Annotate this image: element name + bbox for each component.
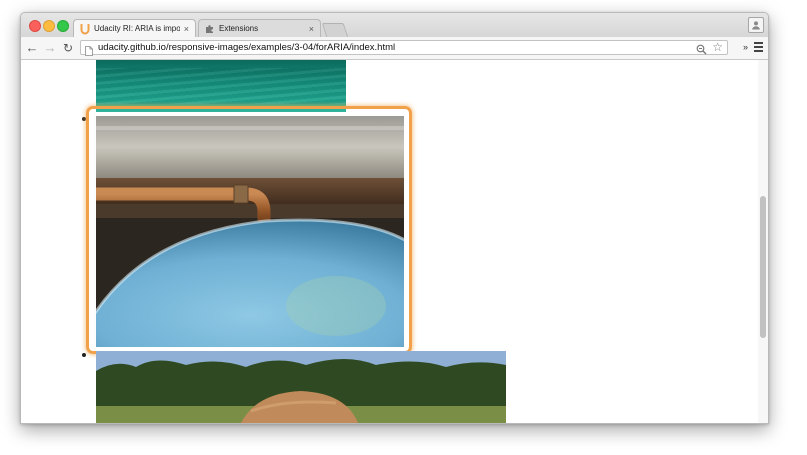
- focus-ring: [86, 106, 412, 354]
- back-button[interactable]: ←: [24, 40, 40, 56]
- page-icon: [85, 43, 93, 56]
- url-text: udacity.github.io/responsive-images/exam…: [98, 42, 396, 53]
- tab-title: Udacity RI: ARIA is importa: [94, 24, 180, 33]
- zoom-icon[interactable]: [696, 42, 707, 55]
- profile-icon[interactable]: [748, 17, 764, 33]
- puzzle-piece-icon: [205, 23, 215, 35]
- address-bar[interactable]: udacity.github.io/responsive-images/exam…: [80, 40, 728, 56]
- tab-udacity-aria[interactable]: Udacity RI: ARIA is importa ×: [73, 19, 196, 37]
- browser-window: Udacity RI: ARIA is importa × Extensions…: [20, 12, 769, 424]
- tab-close-icon[interactable]: ×: [184, 24, 189, 34]
- tab-extensions[interactable]: Extensions ×: [198, 19, 321, 37]
- browser-toolbar: ← → ↻ udacity.github.io/responsive-image…: [21, 37, 768, 60]
- new-tab-button[interactable]: [321, 23, 349, 37]
- field-rock-photo: [96, 351, 506, 423]
- close-window-button[interactable]: [29, 20, 41, 32]
- extensions-overflow-icon[interactable]: »: [743, 42, 748, 52]
- forward-button[interactable]: →: [42, 40, 58, 56]
- menu-icon[interactable]: [754, 42, 763, 52]
- zoom-window-button[interactable]: [57, 20, 69, 32]
- list-bullet: [82, 353, 86, 357]
- tab-title: Extensions: [219, 24, 259, 33]
- minimize-window-button[interactable]: [43, 20, 55, 32]
- vertical-scrollbar[interactable]: [758, 60, 768, 423]
- tab-strip: Udacity RI: ARIA is importa × Extensions…: [21, 13, 768, 37]
- reload-button[interactable]: ↻: [60, 40, 76, 56]
- tab-close-icon[interactable]: ×: [309, 24, 314, 34]
- udacity-logo-icon: [80, 23, 90, 35]
- page-viewport: [21, 60, 768, 423]
- water-photo: [96, 60, 346, 112]
- scrollbar-thumb[interactable]: [760, 196, 766, 338]
- bookmark-star-icon[interactable]: ☆: [712, 40, 723, 54]
